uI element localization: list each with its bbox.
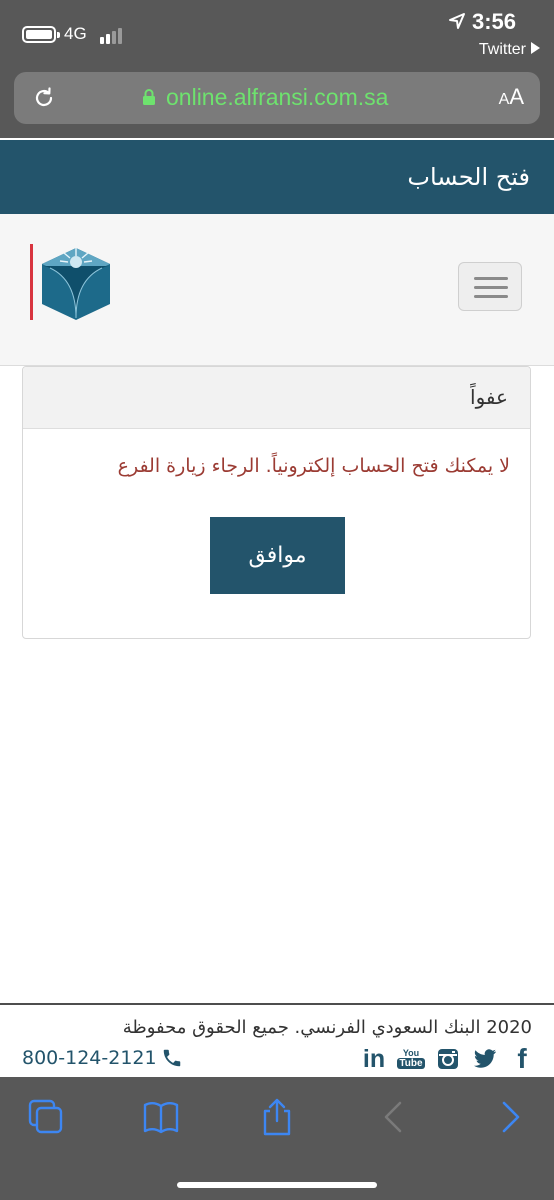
bank-logo[interactable] [30,244,114,324]
back-icon[interactable] [374,1097,414,1137]
home-indicator[interactable] [177,1182,377,1188]
back-app-label: Twitter [478,41,526,58]
linkedin-icon[interactable]: in [360,1045,388,1073]
instagram-icon[interactable] [434,1045,462,1073]
social-links: in You Tube f [360,1043,545,1074]
battery-icon [22,26,60,43]
copyright-text: 2020 البنك السعودي الفرنسي. جميع الحقوق … [122,1017,532,1038]
text-size-button[interactable]: AA [499,84,524,110]
status-bar: 4G 3:56 Twitter [0,0,554,70]
page-title: فتح الحساب [407,163,530,191]
phone-icon [163,1049,180,1067]
play-arrow-icon [531,42,540,54]
hamburger-icon [474,277,508,280]
browser-chrome: online.alfransi.com.sa AA [0,70,554,138]
facebook-icon[interactable]: f [508,1043,536,1074]
location-arrow-icon [449,13,465,29]
footer: 2020 البنك السعودي الفرنسي. جميع الحقوق … [0,1003,554,1077]
phone-link[interactable]: 800-124-2121 [22,1047,183,1069]
url-text: online.alfransi.com.sa [166,84,389,110]
youtube-icon[interactable]: You Tube [397,1045,425,1073]
navbar [0,214,554,366]
back-to-app-link[interactable]: Twitter [479,41,540,59]
network-label: 4G [64,24,87,43]
menu-toggle-button[interactable] [458,262,522,311]
bookmarks-icon[interactable] [141,1097,181,1137]
alert-title: عفواً [470,385,508,409]
ok-button[interactable]: موافق [210,517,345,594]
signal-strength-icon [100,28,124,44]
twitter-icon[interactable] [471,1045,499,1073]
lock-icon [143,89,155,105]
share-icon[interactable] [257,1097,297,1137]
clock: 3:56 [472,9,517,34]
address-bar[interactable]: online.alfransi.com.sa AA [14,72,540,124]
alert-message: لا يمكنك فتح الحساب إلكترونياً. الرجاء ز… [117,455,510,477]
forward-icon[interactable] [490,1097,530,1137]
alert-heading: عفواً [23,367,530,429]
alert-panel: عفواً لا يمكنك فتح الحساب إلكترونياً. ال… [22,366,531,639]
page-header: فتح الحساب [0,140,554,214]
tabs-icon[interactable] [26,1097,66,1137]
reload-icon[interactable] [32,86,56,110]
phone-number: 800-124-2121 [22,1047,157,1069]
